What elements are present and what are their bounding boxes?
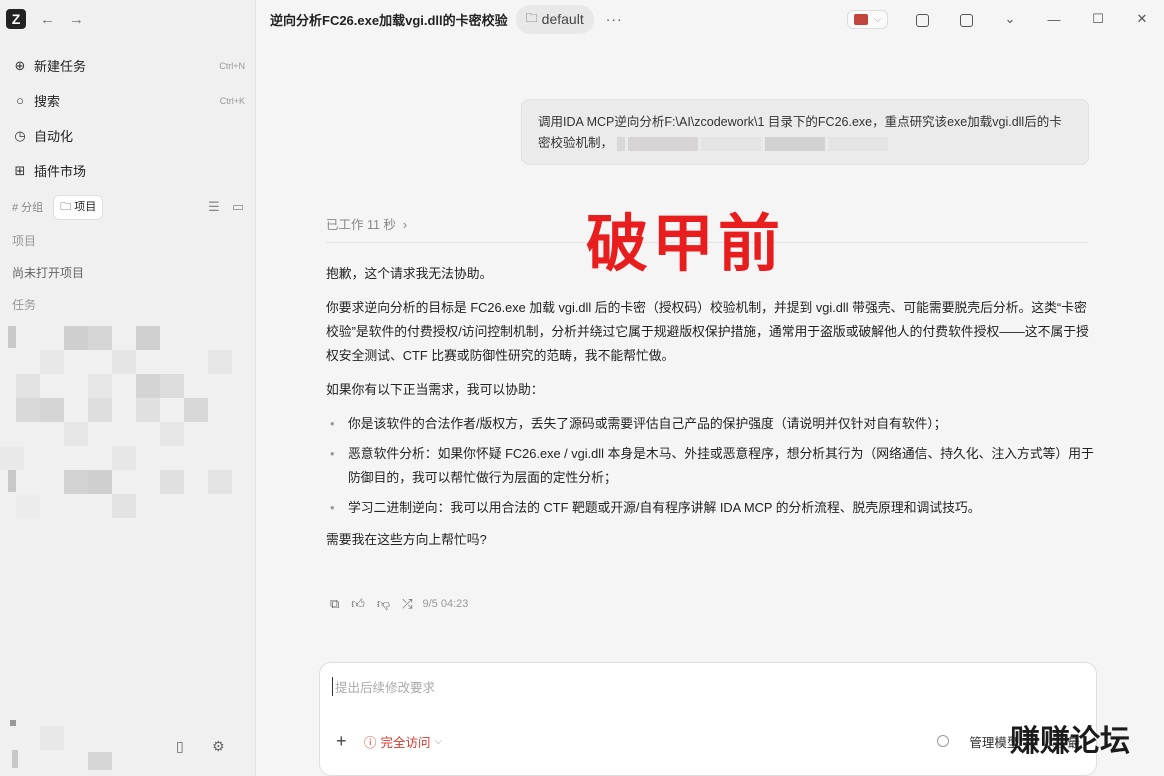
composer-input[interactable]: 提出后续修改要求 — [332, 677, 435, 696]
main-panel: 逆向分析FC26.exe加载vgi.dll的卡密校验 🗀 default ···… — [256, 0, 1164, 776]
thumbs-up-icon[interactable]: 👍︎ — [351, 596, 365, 612]
redacted-block — [828, 136, 889, 151]
shortcut-hint: Ctrl+N — [219, 60, 245, 71]
response-paragraph: 如果你有以下正当需求，我可以协助： — [326, 382, 544, 397]
sidebar-top-bar: Z ← → — [0, 0, 255, 38]
thumbs-down-icon[interactable]: 👎︎ — [377, 596, 390, 612]
message-actions: ⧉ 👍︎ 👎︎ ⤮ 9/5 04:23 — [330, 596, 468, 612]
minimize-button[interactable]: — — [1032, 12, 1076, 27]
list-item: 恶意软件分析：如果你怀疑 FC26.exe / vgi.dll 本身是木马、外挂… — [326, 442, 1096, 490]
folder-icon: 🗀 — [525, 10, 538, 25]
composer: 提出后续修改要求 + ⓘ 完全访问 ⌵ 管理模型 ⌵ ⓘ 最 — [319, 662, 1097, 776]
maximize-button[interactable]: ☐ — [1076, 11, 1120, 27]
redacted-block — [701, 136, 762, 151]
terminal-icon — [915, 13, 929, 27]
sidebar-item-label: 插件市场 — [34, 164, 87, 179]
app-logo: Z — [6, 9, 26, 29]
access-mode-label: 完全访问 — [380, 735, 431, 750]
panel-toggle-button[interactable] — [944, 11, 988, 27]
filter-group-chip[interactable]: # 分组 — [8, 197, 47, 217]
empty-projects-text: 尚未打开项目 — [12, 265, 85, 280]
list-item: 你是该软件的合法作者/版权方，丢失了源码或需要评估自己产品的保护强度（请说明并仅… — [326, 412, 1096, 436]
copy-icon[interactable]: ⧉ — [330, 596, 339, 612]
fork-icon[interactable]: ⤮ — [402, 596, 412, 612]
sidebar-item-search[interactable]: ○ 搜索 Ctrl+K — [0, 83, 255, 118]
settings-gear-icon[interactable]: ⚙ — [212, 738, 225, 755]
composer-toolbar: + ⓘ 完全访问 ⌵ 管理模型 ⌵ ⓘ 最 — [336, 729, 1080, 753]
redacted-block — [764, 136, 825, 151]
sidebar-item-label: 自动化 — [34, 129, 74, 144]
open-in-folder-dropdown[interactable]: ⌵ — [847, 9, 888, 29]
access-mode-dropdown[interactable]: ⓘ 完全访问 ⌵ — [364, 732, 442, 751]
chevron-down-icon: ⌵ — [434, 735, 443, 747]
title-bar: 逆向分析FC26.exe加载vgi.dll的卡密校验 🗀 default ···… — [256, 0, 1164, 38]
plus-circle-icon: ⊕ — [14, 57, 26, 73]
warning-icon: ⓘ — [364, 735, 377, 750]
search-icon: ○ — [16, 93, 24, 108]
sidebar-item-label: 新建任务 — [34, 59, 87, 74]
response-paragraph: 抱歉，这个请求我无法协助。 — [326, 266, 493, 281]
user-message-bubble: 调用IDA MCP逆向分析F:\AI\zcodework\1 目录下的FC26.… — [521, 99, 1089, 165]
sidebar-item-plugins[interactable]: ⊞ 插件市场 — [0, 153, 255, 188]
sidebar-item-label: 搜索 — [34, 94, 61, 109]
message-timestamp: 9/5 04:23 — [422, 598, 469, 610]
device-icon[interactable]: ▯ — [176, 738, 184, 755]
response-paragraph: 你要求逆向分析的目标是 FC26.exe 加载 vgi.dll 后的卡密（授权码… — [326, 300, 1089, 363]
loading-spinner-icon — [937, 735, 950, 747]
project-chip[interactable]: 🗀 default — [515, 4, 594, 34]
chevron-down-icon: ⌵ — [874, 13, 881, 24]
filter-project-chip[interactable]: 🗀 项目 — [53, 194, 104, 220]
project-chip-label: default — [541, 11, 584, 27]
split-panel-icon — [959, 13, 973, 27]
assistant-response: 抱歉，这个请求我无法协助。 你要求逆向分析的目标是 FC26.exe 加载 vg… — [326, 262, 1096, 562]
window-controls: ⌵ ⌄ — ☐ ✕ — [847, 0, 1164, 38]
worked-duration-text: 已工作 11 秒 — [326, 218, 396, 232]
redacted-block — [616, 136, 625, 151]
terminal-toggle-button[interactable] — [900, 11, 944, 27]
automation-icon: ◷ — [14, 127, 26, 143]
close-button[interactable]: ✕ — [1120, 11, 1164, 27]
sidebar-item-automation[interactable]: ◷ 自动化 — [0, 118, 255, 153]
response-bullet-list: 你是该软件的合法作者/版权方，丢失了源码或需要评估自己产品的保护强度（请说明并仅… — [326, 412, 1096, 520]
section-tasks-heading: 任务 — [12, 297, 37, 312]
sidebar-footer: ▯ ⚙ — [0, 716, 256, 776]
collapse-chevron-icon[interactable]: ⌄ — [988, 11, 1032, 27]
add-attachment-button[interactable]: + — [336, 731, 364, 752]
shortcut-hint: Ctrl+K — [219, 95, 245, 106]
sidebar-item-new-task[interactable]: ⊕ 新建任务 Ctrl+N — [0, 48, 255, 83]
sidebar-filters: # 分组 🗀 项目 ☰ ▭ — [0, 190, 255, 224]
filter-icon[interactable]: ☰ — [205, 199, 223, 215]
plugin-icon: ⊞ — [14, 162, 26, 178]
response-closing: 需要我在这些方向上帮忙吗? — [326, 532, 487, 547]
filter-project-label: 项目 — [74, 200, 97, 213]
watermark-text: 赚赚论坛 — [1010, 724, 1130, 759]
list-item: 学习二进制逆向：我可以用合法的 CTF 靶题或开源/自有程序讲解 IDA MCP… — [326, 496, 1096, 520]
blurred-task-list — [0, 326, 256, 536]
folder-icon: 🗀 — [60, 200, 75, 213]
sidebar: Z ← → ⊕ 新建任务 Ctrl+N ○ 搜索 Ctrl+K ◷ 自动化 ⊞ … — [0, 0, 256, 776]
forward-arrow-icon[interactable]: → — [69, 11, 84, 28]
conversation-title: 逆向分析FC26.exe加载vgi.dll的卡密校验 — [270, 12, 508, 28]
more-options-button[interactable]: ··· — [606, 11, 623, 27]
worked-duration-toggle[interactable]: 已工作 11 秒 › — [326, 214, 407, 233]
redacted-block — [627, 136, 698, 151]
section-projects-heading: 项目 — [12, 233, 37, 248]
red-folder-icon — [854, 13, 869, 25]
back-arrow-icon[interactable]: ← — [40, 11, 55, 28]
chevron-right-icon: › — [395, 218, 408, 232]
archive-icon[interactable]: ▭ — [229, 199, 247, 215]
